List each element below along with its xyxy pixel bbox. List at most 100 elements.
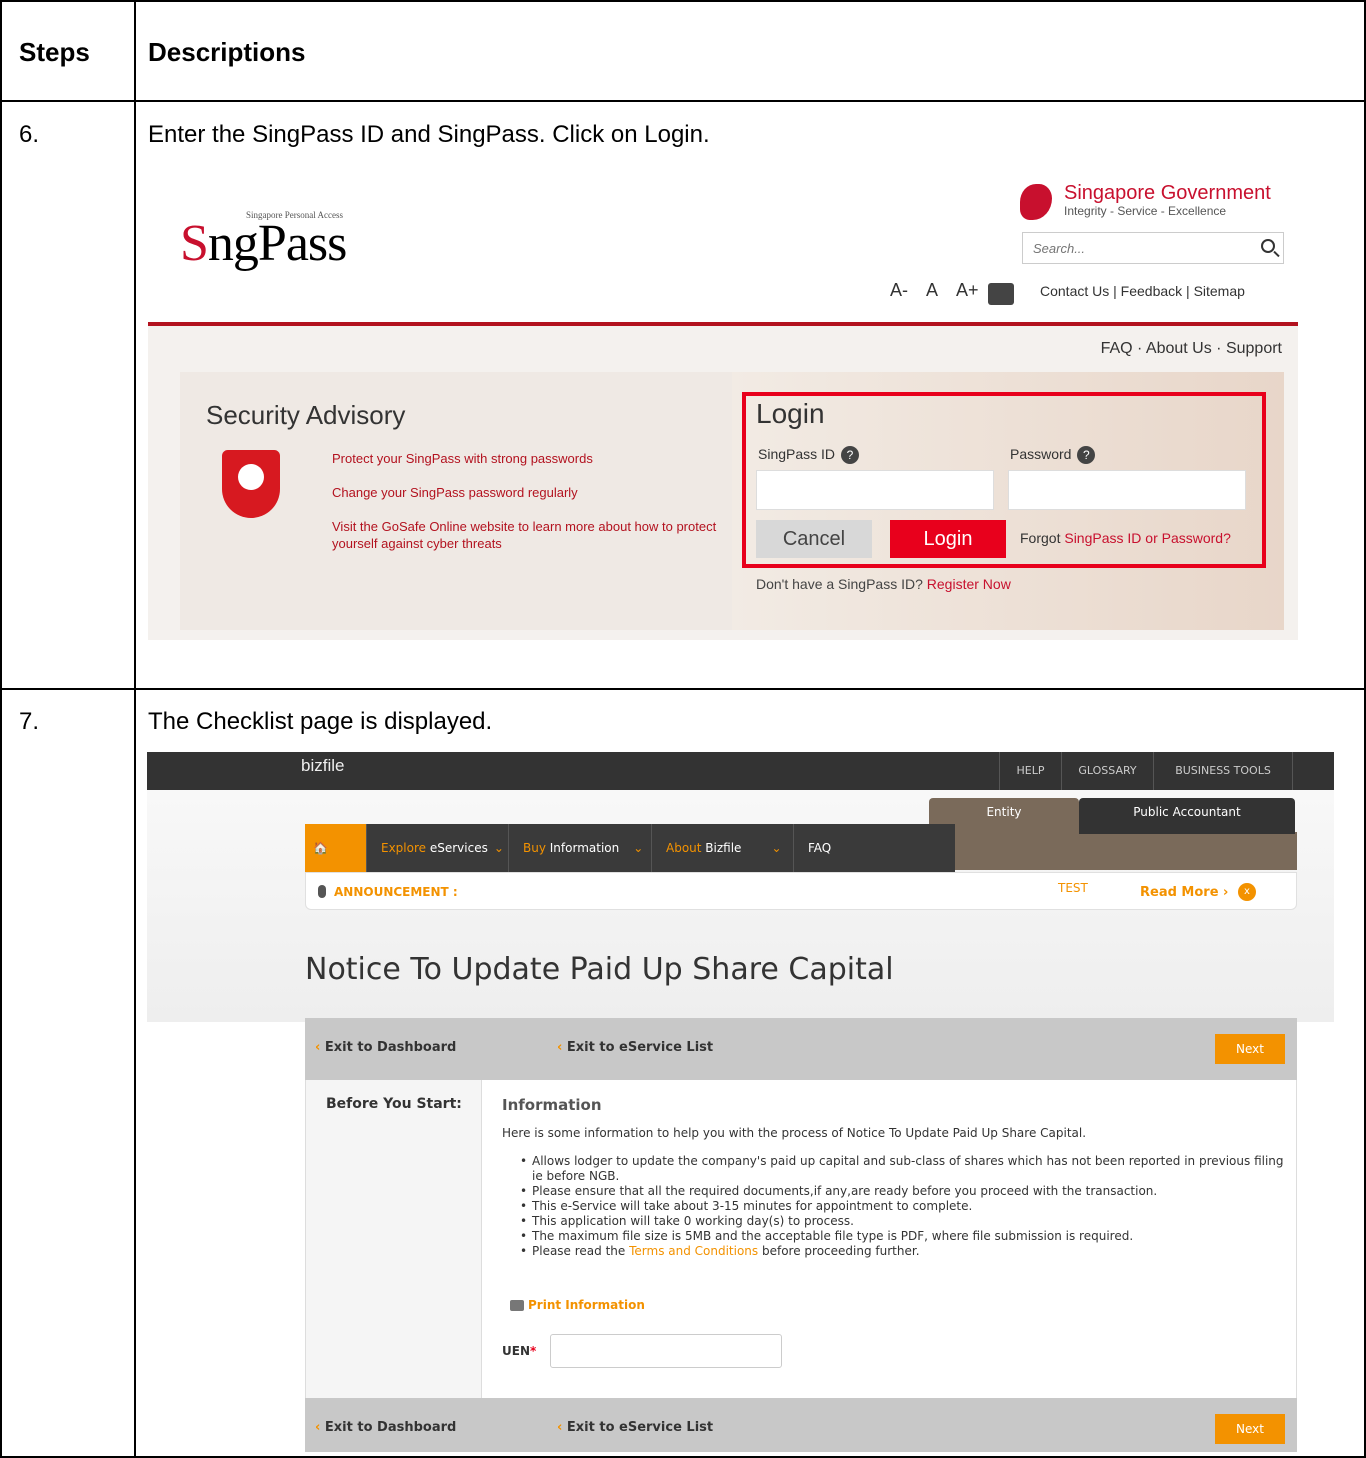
checklist-body: Before You Start: Information Here is so… [305,1080,1297,1398]
list-item: This e-Service will take about 3-15 minu… [518,1199,1288,1214]
font-increase-button[interactable]: A+ [956,280,979,301]
printer-icon [510,1300,524,1311]
advisory-link[interactable]: Protect your SingPass with strong passwo… [332,450,722,467]
table-row-divider [0,100,1366,102]
uen-label-text: UEN [502,1344,530,1358]
next-button[interactable]: Next [1215,1034,1285,1064]
nav-buy-prefix: Buy [523,841,550,855]
singpass-id-label: SingPass ID ? [758,446,859,465]
exit-to-dashboard-link[interactable]: ‹ Exit to Dashboard [315,1420,456,1435]
read-more-link[interactable]: Read More › [1140,885,1228,900]
header-links[interactable]: Contact Us | Feedback | Sitemap [1040,283,1245,299]
advisory-link[interactable]: Visit the GoSafe Online website to learn… [332,518,722,552]
entity-tab-panel [929,832,1297,870]
search-icon[interactable] [1261,239,1275,253]
exit-to-eservice-list-label: Exit to eService List [566,1420,714,1435]
uen-label: UEN* [502,1344,536,1358]
table-border-top [0,0,1366,2]
close-icon[interactable]: x [1238,883,1256,901]
announcement-text: TEST [1058,881,1088,895]
table-row-divider [0,688,1366,690]
password-label: Password ? [1010,446,1096,465]
information-list: Allows lodger to update the company's pa… [518,1154,1288,1259]
action-bar-bottom: ‹ Exit to Dashboard ‹ Exit to eService L… [305,1398,1297,1452]
singpass-logo-rest: ngPass [207,215,347,272]
nav-explore-eservices[interactable]: Explore eServices ⌄ [367,824,509,872]
exit-to-dashboard-link[interactable]: ‹ Exit to Dashboard [315,1040,456,1055]
action-bar-top: ‹ Exit to Dashboard ‹ Exit to eService L… [305,1018,1297,1080]
bizfile-top-bar: bizfile HELP GLOSSARY BUSINESS TOOLS [147,752,1334,790]
nav-explore-prefix: Explore [381,841,430,855]
bizfile-checklist-screenshot: bizfile HELP GLOSSARY BUSINESS TOOLS Ent… [147,752,1334,1452]
gov-title: Singapore Government [1064,182,1271,204]
chevron-down-icon: ⌄ [493,841,504,855]
exit-to-dashboard-label: Exit to Dashboard [324,1040,457,1055]
help-icon[interactable]: ? [1077,446,1096,465]
next-button[interactable]: Next [1215,1414,1285,1444]
singpass-logo-s: S [180,215,209,272]
advisory-link[interactable]: Change your SingPass password regularly [332,484,722,501]
information-intro: Here is some information to help you wit… [502,1126,1087,1140]
forgot-credentials: Forgot SingPass ID or Password? [1020,530,1231,546]
announcement-label: ANNOUNCEMENT : [334,885,458,899]
terms-suffix: before proceeding further. [758,1244,920,1258]
cancel-button[interactable]: Cancel [756,520,872,558]
chevron-down-icon: ⌄ [633,841,644,855]
list-item: This application will take 0 working day… [518,1214,1288,1229]
password-input[interactable] [1008,470,1246,510]
register-prompt: Don't have a SingPass ID? Register Now [756,576,1011,592]
before-you-start-label: Before You Start: [326,1096,462,1112]
nav-faq[interactable]: FAQ [794,824,854,872]
tab-public-accountant[interactable]: Public Accountant [1079,798,1295,834]
font-decrease-button[interactable]: A- [890,280,908,301]
chevron-left-icon: ‹ [315,1040,325,1055]
login-button[interactable]: Login [890,520,1006,558]
terms-and-conditions-link[interactable]: Terms and Conditions [629,1244,758,1258]
printer-icon[interactable] [988,283,1014,305]
shield-icon [222,450,280,518]
page-title: Notice To Update Paid Up Share Capital [305,952,894,987]
business-tools-link[interactable]: BUSINESS TOOLS [1153,752,1293,790]
bizfile-logo[interactable]: bizfile [301,756,344,776]
singpass-id-label-text: SingPass ID [758,446,836,462]
register-link[interactable]: Register Now [927,576,1011,592]
nav-buy-information[interactable]: Buy Information ⌄ [509,824,652,872]
singpass-login-screenshot: Singapore Personal Access SngPass Singap… [148,162,1298,640]
nav-about-label: Bizfile [705,841,742,855]
singpass-header: Singapore Personal Access SngPass Singap… [148,162,1298,322]
forgot-link[interactable]: SingPass ID or Password? [1064,530,1231,546]
uen-input[interactable] [550,1334,782,1368]
singpass-id-input[interactable] [756,470,994,510]
nav-about-prefix: About [666,841,706,855]
search-input[interactable] [1023,233,1243,263]
exit-to-dashboard-label: Exit to Dashboard [324,1420,457,1435]
sub-navigation[interactable]: FAQ · About Us · Support [1101,340,1282,358]
login-title: Login [756,398,825,429]
print-information-link[interactable]: Print Information [510,1298,645,1312]
help-icon[interactable]: ? [840,446,859,465]
help-link[interactable]: HELP [999,752,1061,790]
forgot-prefix: Forgot [1020,530,1065,546]
nav-about-bizfile[interactable]: About Bizfile ⌄ [652,824,794,872]
header-steps: Steps [19,37,90,67]
terms-prefix: Please read the [532,1244,630,1258]
user-silhouette-icon [238,464,264,490]
nav-explore-label: eServices [429,841,488,855]
required-marker: * [529,1344,537,1358]
nav-home[interactable]: 🏠 Home [305,824,367,903]
list-item: Please read the Terms and Conditions bef… [518,1244,1288,1259]
register-prefix: Don't have a SingPass ID? [756,576,927,592]
print-information-label: Print Information [528,1298,645,1312]
exit-to-eservice-list-link[interactable]: ‹ Exit to eService List [557,1420,713,1435]
microphone-icon [318,885,326,898]
password-label-text: Password [1010,446,1072,462]
exit-to-eservice-list-label: Exit to eService List [566,1040,714,1055]
site-search [1022,232,1284,264]
exit-to-eservice-list-link[interactable]: ‹ Exit to eService List [557,1040,713,1055]
section-sidebar: Before You Start: [306,1080,482,1398]
table-border-left [0,0,2,1458]
glossary-link[interactable]: GLOSSARY [1061,752,1153,790]
font-normal-button[interactable]: A [926,280,938,301]
list-item: Allows lodger to update the company's pa… [518,1154,1288,1184]
chevron-left-icon: ‹ [315,1420,325,1435]
